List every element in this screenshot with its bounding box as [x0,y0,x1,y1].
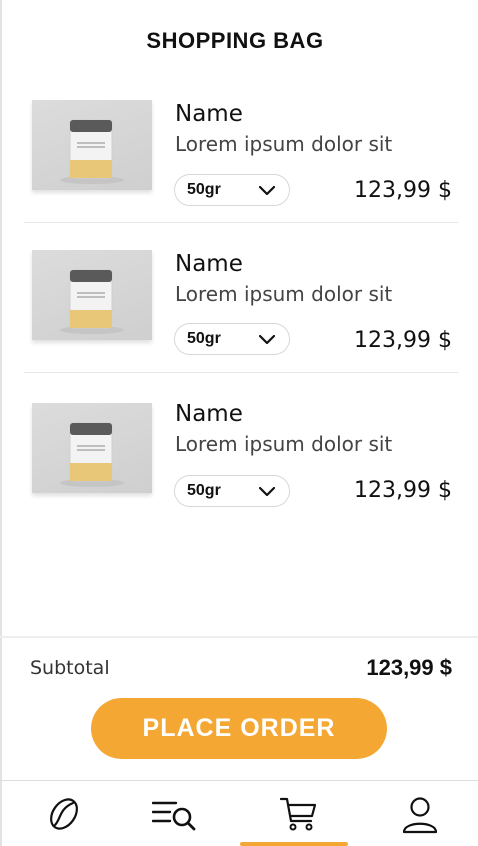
product-name: Name [175,251,243,277]
active-tab-indicator [240,842,348,846]
nav-divider [0,780,478,781]
weight-select-value: 50gr [187,482,221,499]
item-divider [24,372,458,373]
product-price: 123,99 $ [354,478,452,503]
chevron-down-icon [259,487,275,497]
cart-item: Name Lorem ipsum dolor sit 50gr 123,99 $ [24,400,458,550]
page-title: SHOPPING BAG [146,28,324,53]
subtotal-value: 123,99 $ [366,655,452,680]
product-description: Lorem ipsum dolor sit [175,132,393,156]
summary-divider [0,636,478,638]
weight-select-value: 50gr [187,181,221,198]
nav-item-coffee[interactable] [38,793,90,837]
chevron-down-icon [259,335,275,345]
product-image[interactable] [32,100,152,190]
product-name: Name [175,101,243,127]
nav-item-profile[interactable] [394,793,446,837]
product-description: Lorem ipsum dolor sit [175,432,393,456]
search-menu-icon [152,801,196,831]
cart-icon [279,797,317,831]
product-price: 123,99 $ [354,328,452,353]
subtotal-label: Subtotal [30,657,110,679]
user-icon [402,797,438,834]
product-price: 123,99 $ [354,178,452,203]
item-divider [24,222,458,223]
chevron-down-icon [259,186,275,196]
product-image[interactable] [32,403,152,493]
product-description: Lorem ipsum dolor sit [175,282,393,306]
weight-select-value: 50gr [187,330,221,347]
weight-select[interactable]: 50gr [174,323,290,355]
product-name: Name [175,401,243,427]
weight-select[interactable]: 50gr [174,475,290,507]
cart-item: Name Lorem ipsum dolor sit 50gr 123,99 $ [24,250,458,400]
weight-select[interactable]: 50gr [174,174,290,206]
nav-item-search[interactable] [145,793,197,837]
coffee-bean-icon [50,798,78,830]
product-image[interactable] [32,250,152,340]
cart-item: Name Lorem ipsum dolor sit 50gr 123,99 $ [24,100,458,250]
nav-item-cart[interactable] [272,793,324,837]
place-order-button[interactable]: PLACE ORDER [91,698,387,759]
left-edge-divider [0,0,2,846]
